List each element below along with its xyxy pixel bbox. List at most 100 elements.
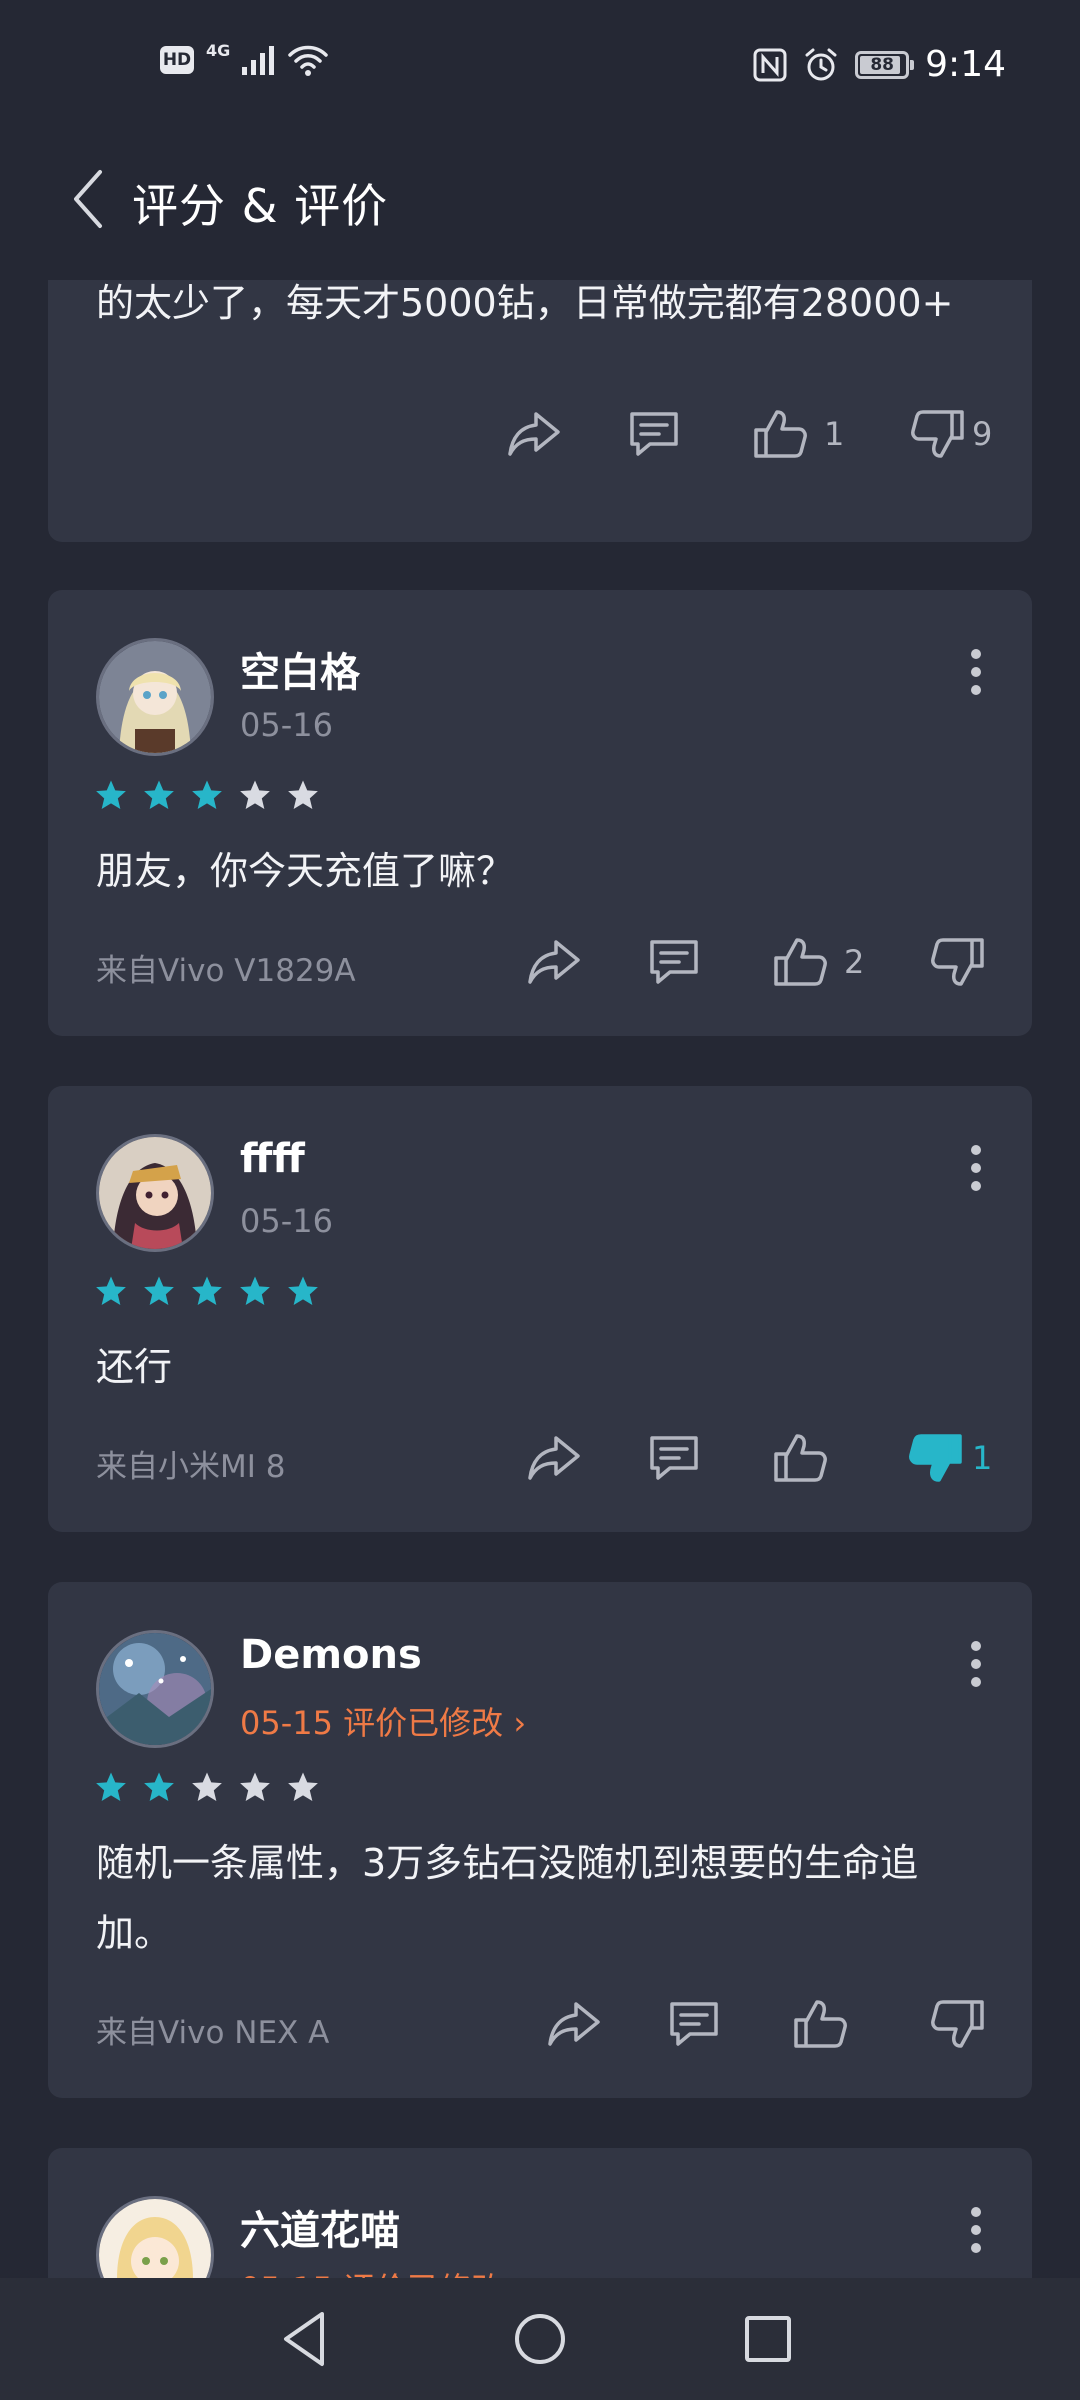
thumbs-down-active-icon xyxy=(906,1428,966,1488)
share-icon xyxy=(504,404,564,464)
more-options-button[interactable] xyxy=(964,1634,988,1694)
star-empty-icon xyxy=(190,1770,224,1804)
dislike-count: 1 xyxy=(972,1439,993,1477)
username: 空白格 xyxy=(240,650,360,696)
thumbs-up-icon xyxy=(770,932,830,992)
like-button[interactable]: 1 xyxy=(750,404,844,464)
avatar[interactable] xyxy=(96,2196,214,2278)
dislike-button[interactable] xyxy=(928,932,988,992)
comment-icon xyxy=(644,932,704,992)
review-list[interactable]: 的太少了，每天才5000钻，日常做完都有28000+ 1 9 空白格 05-16… xyxy=(0,280,1080,2278)
star-rating xyxy=(94,1274,320,1308)
back-triangle-icon xyxy=(284,2312,324,2366)
review-date: 05-16 xyxy=(240,706,333,744)
network-type: 4G xyxy=(206,40,231,60)
review-card: 空白格 05-16 朋友，你今天充值了嘛？ 来自Vivo V1829A 2 xyxy=(48,590,1032,1036)
star-empty-icon xyxy=(238,1770,272,1804)
star-filled-icon xyxy=(190,1274,224,1308)
star-filled-icon xyxy=(190,778,224,812)
clock: 9:14 xyxy=(925,44,1006,85)
review-text: 随机一条属性，3万多钻石没随机到想要的生命追加。 xyxy=(96,1841,919,1955)
more-vertical-icon xyxy=(964,1138,988,1198)
dislike-button[interactable]: 9 xyxy=(908,404,992,464)
share-icon xyxy=(544,1994,604,2054)
username: ffff xyxy=(240,1136,305,1182)
share-button[interactable] xyxy=(544,1994,604,2054)
username: 六道花喵 xyxy=(240,2208,400,2254)
comment-button[interactable] xyxy=(624,404,684,464)
like-button[interactable]: 2 xyxy=(770,932,864,992)
review-actions: 2 xyxy=(48,932,1032,992)
thumbs-up-icon xyxy=(770,1428,830,1488)
comment-button[interactable] xyxy=(664,1994,724,2054)
review-date-modified[interactable]: 05-15 评价已修改 › xyxy=(240,2264,526,2278)
nav-recents-button[interactable] xyxy=(733,2304,803,2374)
star-filled-icon xyxy=(142,1770,176,1804)
like-button[interactable] xyxy=(790,1994,850,2054)
nav-back-button[interactable] xyxy=(270,2304,340,2374)
share-icon xyxy=(524,932,584,992)
back-button[interactable] xyxy=(62,164,122,234)
battery-icon: 88 xyxy=(855,50,915,79)
avatar[interactable] xyxy=(96,1134,214,1252)
avatar-image xyxy=(99,641,211,753)
dislike-count: 9 xyxy=(972,415,993,453)
share-button[interactable] xyxy=(524,1428,584,1488)
star-filled-icon xyxy=(238,1274,272,1308)
more-options-button[interactable] xyxy=(964,1138,988,1198)
star-filled-icon xyxy=(142,778,176,812)
system-navigation-bar xyxy=(0,2278,1080,2400)
like-count: 2 xyxy=(844,943,865,981)
more-vertical-icon xyxy=(964,2200,988,2260)
more-options-button[interactable] xyxy=(964,642,988,702)
comment-button[interactable] xyxy=(644,1428,704,1488)
share-button[interactable] xyxy=(524,932,584,992)
avatar-image xyxy=(99,1633,211,1745)
avatar-image xyxy=(99,2199,211,2278)
review-text: 还行 xyxy=(96,1345,173,1389)
nav-home-button[interactable] xyxy=(505,2304,575,2374)
avatar-image xyxy=(99,1137,211,1249)
review-actions: 1 xyxy=(48,1428,1032,1488)
review-card: 六道花喵 05-15 评价已修改 › xyxy=(48,2148,1032,2278)
star-filled-icon xyxy=(94,1770,128,1804)
comment-icon xyxy=(624,404,684,464)
review-actions: 1 9 xyxy=(48,404,1032,464)
review-date: 05-16 xyxy=(240,1202,333,1240)
star-empty-icon xyxy=(238,778,272,812)
star-filled-icon xyxy=(286,1274,320,1308)
like-button[interactable] xyxy=(770,1428,830,1488)
more-vertical-icon xyxy=(964,1634,988,1694)
star-empty-icon xyxy=(286,778,320,812)
signal-icon xyxy=(242,46,275,75)
thumbs-up-icon xyxy=(750,404,810,464)
review-text: 朋友，你今天充值了嘛？ xyxy=(96,849,515,893)
comment-icon xyxy=(644,1428,704,1488)
battery-level: 88 xyxy=(870,54,894,75)
app-header: 评分 & 评价 xyxy=(0,130,1080,280)
avatar[interactable] xyxy=(96,1630,214,1748)
star-empty-icon xyxy=(286,1770,320,1804)
nfc-icon xyxy=(753,48,787,81)
username: Demons xyxy=(240,1632,422,1678)
status-bar: HD 4G 88 9:14 xyxy=(0,0,1080,130)
comment-button[interactable] xyxy=(644,932,704,992)
review-card: Demons 05-15 评价已修改 › 随机一条属性，3万多钻石没随机到想要的… xyxy=(48,1582,1032,2098)
dislike-button[interactable]: 1 xyxy=(906,1428,992,1488)
comment-icon xyxy=(664,1994,724,2054)
page-title: 评分 & 评价 xyxy=(132,179,389,233)
like-count: 1 xyxy=(824,415,845,453)
dislike-button[interactable] xyxy=(928,1994,988,2054)
thumbs-down-icon xyxy=(928,1994,988,2054)
back-chevron-icon xyxy=(74,170,102,228)
wifi-icon xyxy=(288,45,329,76)
star-rating xyxy=(94,778,320,812)
review-card: 的太少了，每天才5000钻，日常做完都有28000+ 1 9 xyxy=(48,280,1032,542)
review-date-modified[interactable]: 05-15 评价已修改 › xyxy=(240,1698,526,1744)
star-rating xyxy=(94,1770,320,1804)
more-options-button[interactable] xyxy=(964,2200,988,2260)
review-card: ffff 05-16 还行 来自小米MI 8 1 xyxy=(48,1086,1032,1532)
share-button[interactable] xyxy=(504,404,564,464)
avatar[interactable] xyxy=(96,638,214,756)
recents-square-icon xyxy=(745,2316,791,2362)
